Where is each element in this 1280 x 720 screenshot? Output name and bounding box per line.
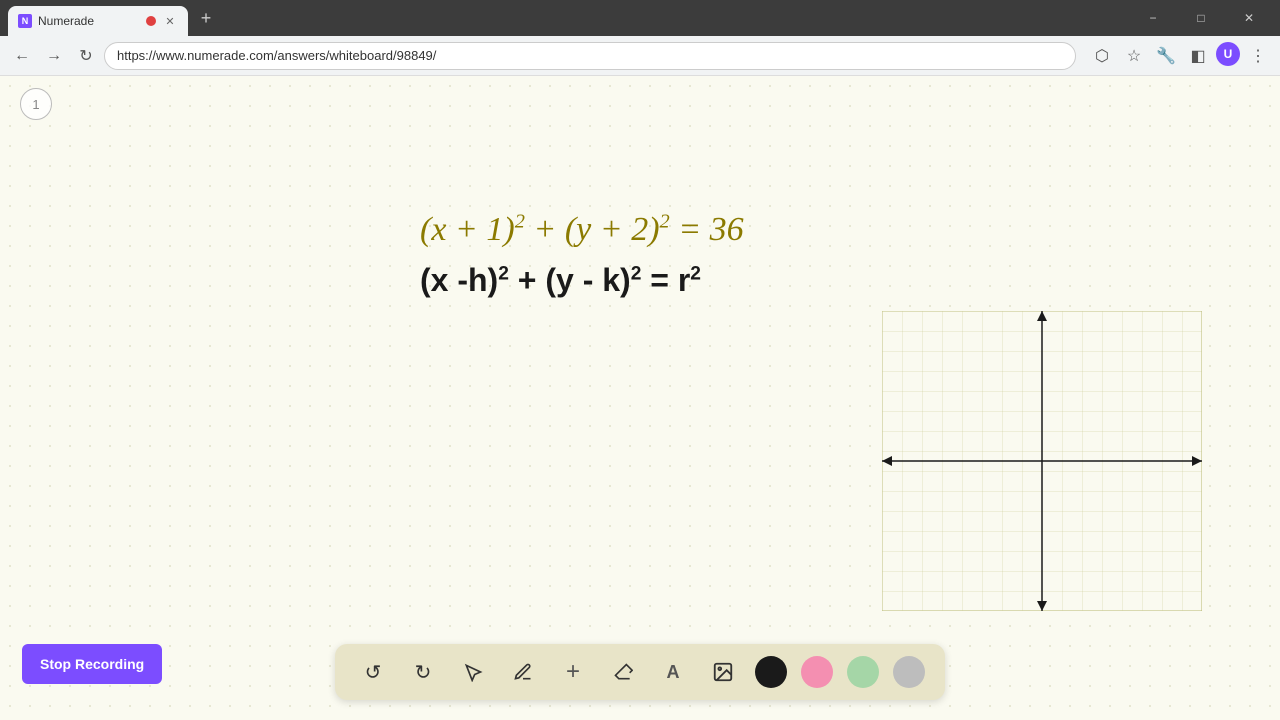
tab-close-button[interactable]: ✕ [162, 13, 178, 29]
back-button[interactable]: ← [8, 42, 36, 70]
color-green[interactable] [847, 656, 879, 688]
menu-icon[interactable]: ⋮ [1244, 42, 1272, 70]
color-black[interactable] [755, 656, 787, 688]
bookmark-icon[interactable]: ☆ [1120, 42, 1148, 70]
bottom-toolbar: ↺ ↻ + A [335, 644, 945, 700]
color-pink[interactable] [801, 656, 833, 688]
add-button[interactable]: + [555, 654, 591, 690]
stop-recording-button[interactable]: Stop Recording [22, 644, 162, 684]
nav-icons: ⬡ ☆ 🔧 ◧ U ⋮ [1088, 42, 1272, 70]
maximize-button[interactable]: □ [1178, 3, 1224, 33]
redo-button[interactable]: ↻ [405, 654, 441, 690]
image-button[interactable] [705, 654, 741, 690]
equation-1: (x + 1)2 + (y + 2)2 = 36 [420, 206, 744, 254]
new-tab-button[interactable]: + [192, 4, 220, 32]
tab-title: Numerade [38, 14, 140, 28]
address-bar[interactable]: https://www.numerade.com/answers/whitebo… [104, 42, 1076, 70]
text-button[interactable]: A [655, 654, 691, 690]
color-gray[interactable] [893, 656, 925, 688]
coordinate-grid [882, 311, 1202, 611]
nav-bar: ← → ↻ https://www.numerade.com/answers/w… [0, 36, 1280, 76]
cast-icon[interactable]: ⬡ [1088, 42, 1116, 70]
math-content: (x + 1)2 + (y + 2)2 = 36 (x -h)2 + (y - … [420, 206, 744, 302]
equation-2: (x -h)2 + (y - k)2 = r2 [420, 258, 744, 303]
minimize-button[interactable]: − [1130, 3, 1176, 33]
browser-frame: N Numerade ✕ + − □ ✕ ← → ↻ https://www.n… [0, 0, 1280, 720]
pen-button[interactable] [505, 654, 541, 690]
window-controls: − □ ✕ [1122, 3, 1280, 33]
page-number: 1 [20, 88, 52, 120]
eraser-button[interactable] [605, 654, 641, 690]
tab-recording-indicator [146, 16, 156, 26]
tab-favicon: N [18, 14, 32, 28]
forward-button[interactable]: → [40, 42, 68, 70]
refresh-button[interactable]: ↻ [72, 42, 100, 70]
browser-tab[interactable]: N Numerade ✕ [8, 6, 188, 36]
profile-avatar[interactable]: U [1216, 42, 1240, 66]
whiteboard[interactable]: 1 (x + 1)2 + (y + 2)2 = 36 (x -h)2 + (y … [0, 76, 1280, 720]
extension2-icon[interactable]: ◧ [1184, 42, 1212, 70]
close-button[interactable]: ✕ [1226, 3, 1272, 33]
undo-button[interactable]: ↺ [355, 654, 391, 690]
select-button[interactable] [455, 654, 491, 690]
extension-icon[interactable]: 🔧 [1152, 42, 1180, 70]
title-bar: N Numerade ✕ + − □ ✕ [0, 0, 1280, 36]
